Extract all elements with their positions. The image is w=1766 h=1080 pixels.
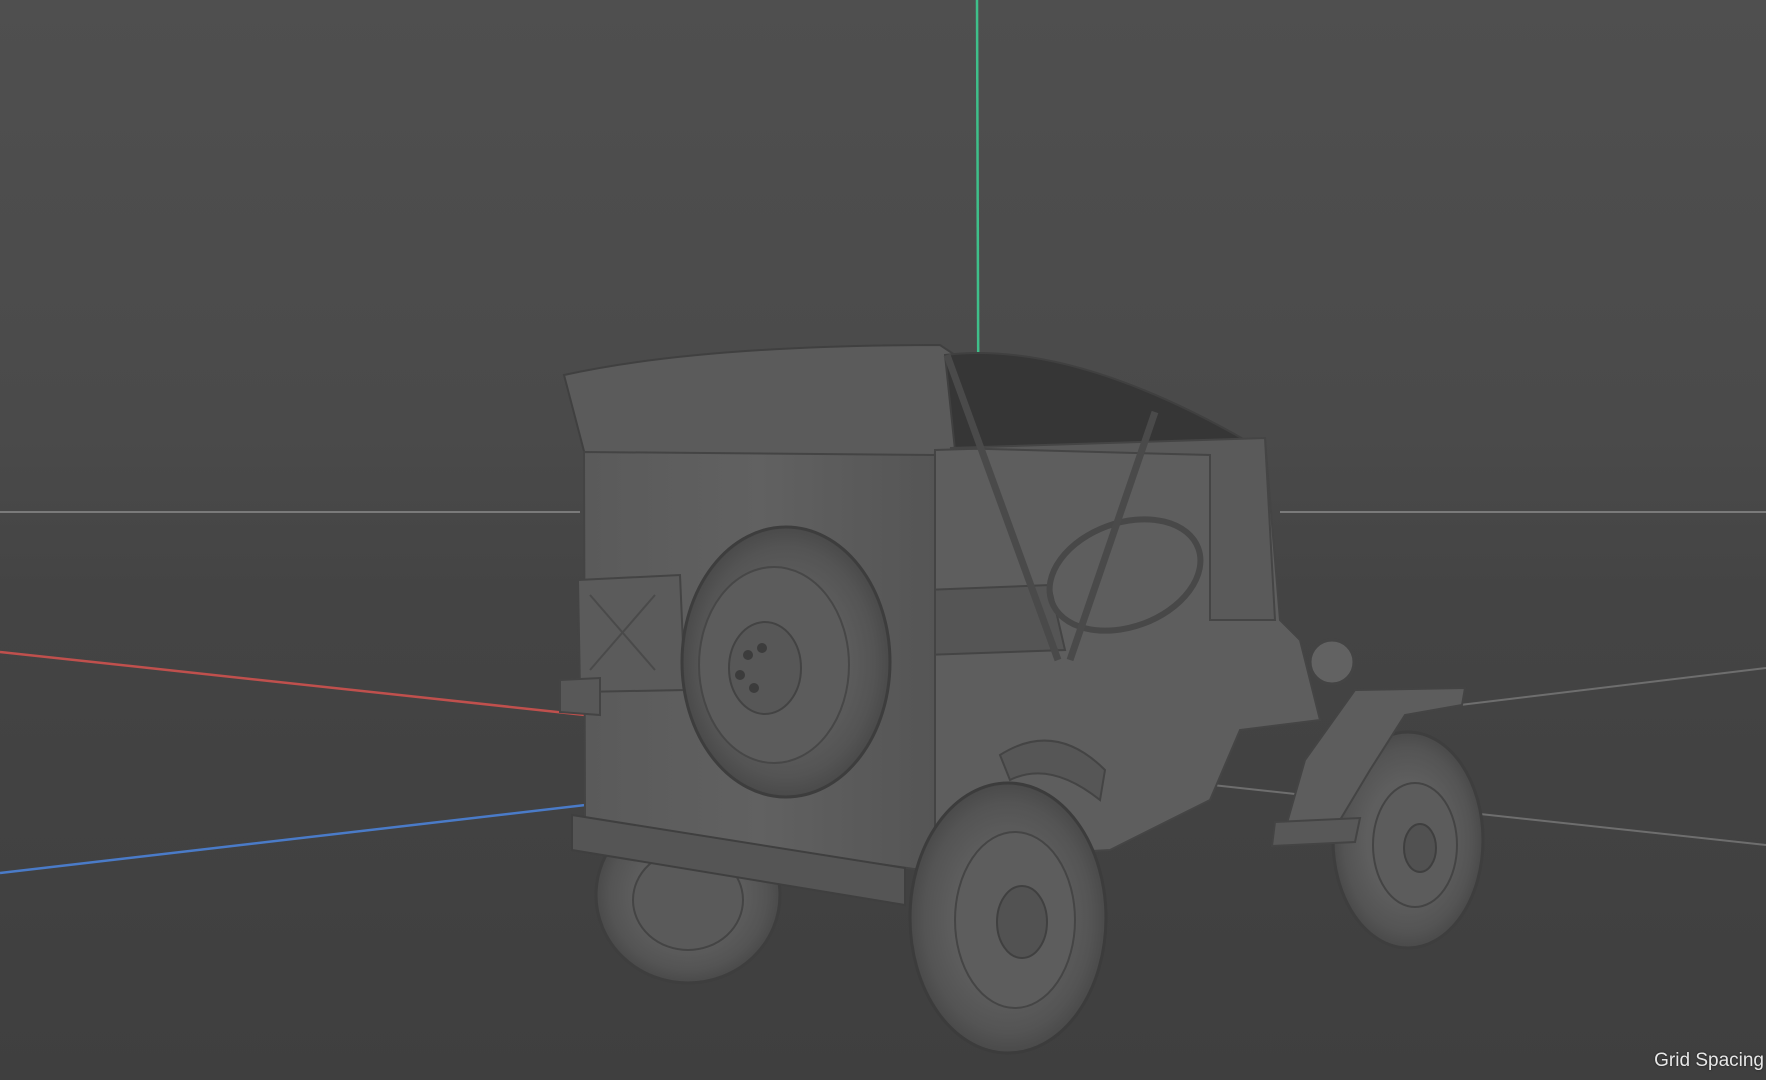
jerry-can	[576, 573, 687, 694]
roof-opening	[943, 352, 1249, 452]
grid-line-right-upper	[1459, 667, 1766, 706]
x-axis-line	[0, 650, 586, 717]
3d-viewport[interactable]: Grid Spacing	[0, 0, 1766, 1080]
rear-right-wheel	[908, 781, 1108, 1055]
jeep-model[interactable]	[559, 343, 1485, 1055]
jerry-can-bracket	[559, 676, 601, 717]
running-board	[1270, 816, 1362, 848]
headlight	[1308, 638, 1356, 686]
canvas-top	[562, 343, 960, 456]
viewport-scene[interactable]	[0, 0, 1766, 1080]
grid-spacing-label: Grid Spacing	[1654, 1050, 1764, 1071]
spare-tire	[680, 525, 892, 799]
